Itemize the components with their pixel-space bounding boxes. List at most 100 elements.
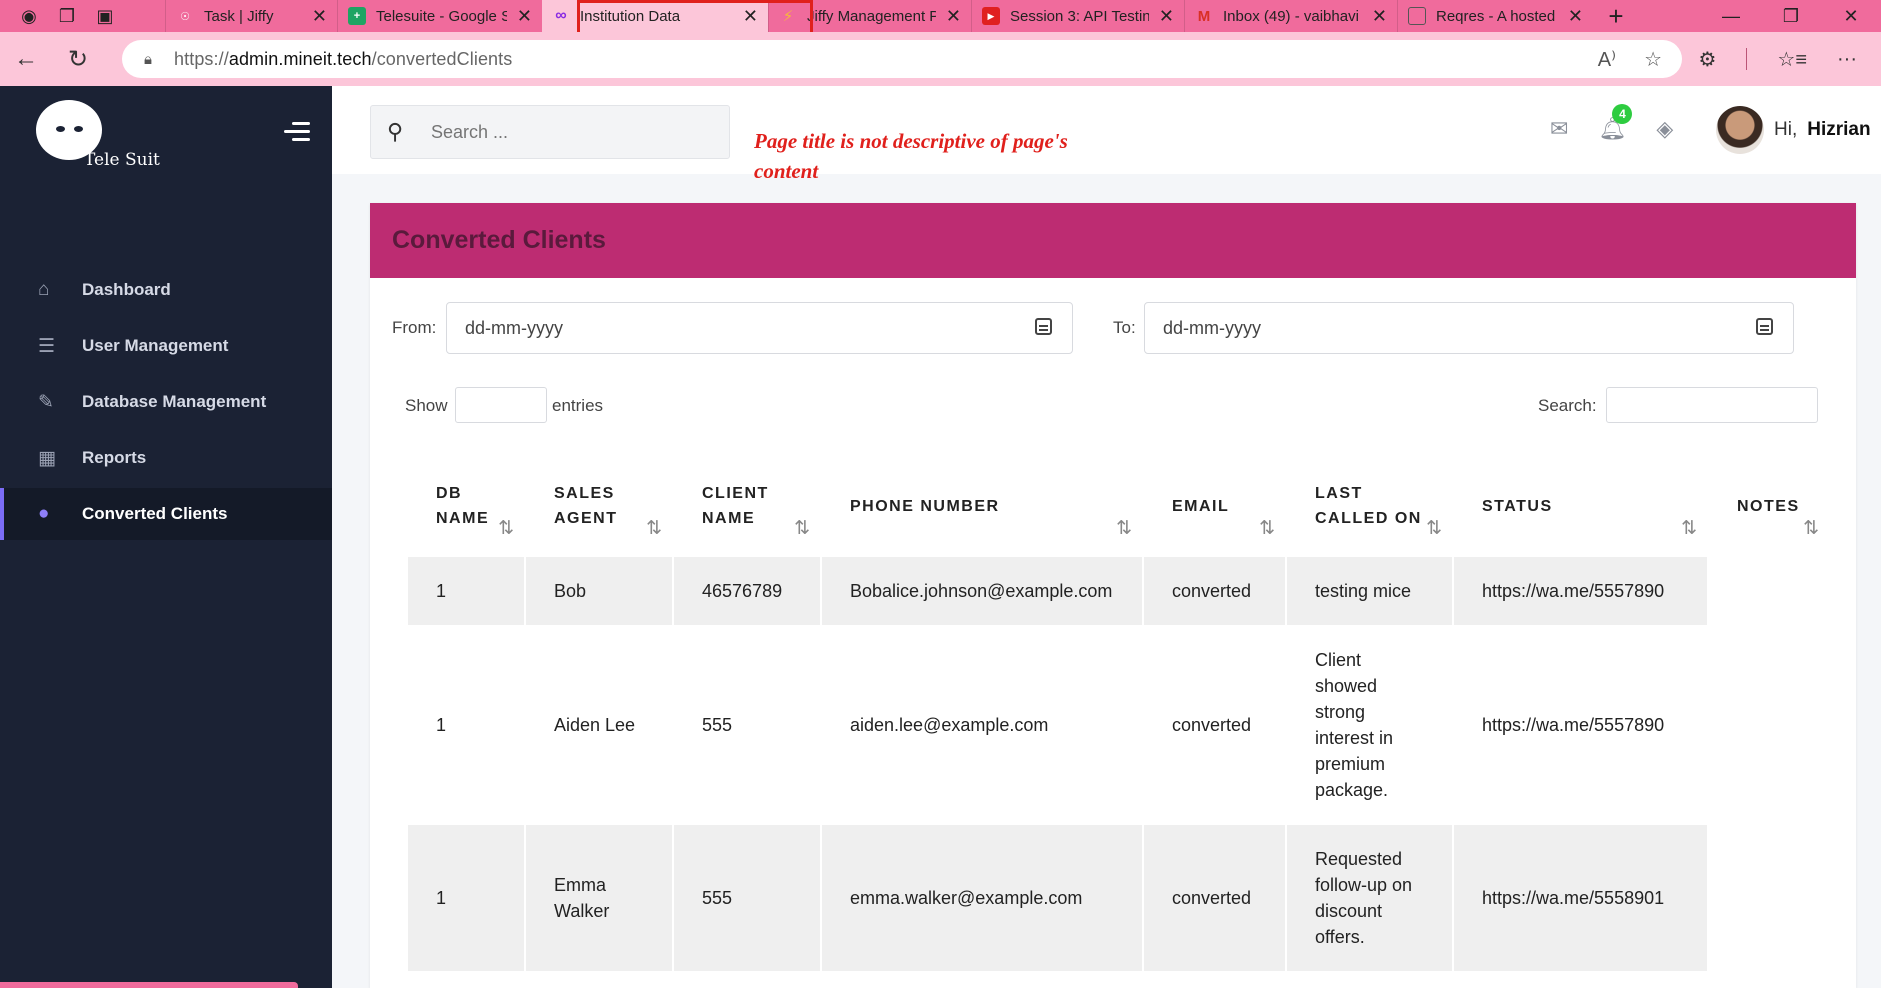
table-row[interactable]: 1 Aiden Lee 555 aiden.lee@example.com co…: [408, 625, 1829, 825]
table-cell: Bob: [526, 557, 672, 625]
logo[interactable]: Tele Suit: [34, 96, 194, 172]
from-date-input[interactable]: dd-mm-yyyy: [446, 302, 1073, 354]
sidebar-item-reports[interactable]: ▦ Reports: [0, 432, 332, 484]
sheets-icon: +: [348, 7, 366, 25]
toolbar-divider: [1746, 48, 1748, 70]
sort-icon[interactable]: ⇅: [1681, 516, 1697, 541]
calendar-icon[interactable]: [1035, 318, 1052, 335]
browser-tab[interactable]: Reqres - A hosted RE ✕: [1397, 0, 1593, 32]
column-header-phone-number[interactable]: PHONE NUMBER ⇅: [822, 455, 1142, 557]
sort-icon[interactable]: ⇅: [646, 516, 662, 541]
column-header-sales-agent[interactable]: SALES AGENT ⇅: [526, 455, 672, 557]
to-date-input[interactable]: dd-mm-yyyy: [1144, 302, 1794, 354]
table-cell: converted: [1144, 825, 1285, 971]
new-tab-button[interactable]: +: [1593, 0, 1639, 32]
table-search-label: Search:: [1538, 396, 1597, 415]
entries-label: entries: [552, 396, 604, 415]
sidebar-item-user-management[interactable]: ☰ User Management: [0, 320, 332, 372]
browser-tab[interactable]: ▶ Session 3: API Testin ✕: [971, 0, 1184, 32]
sidebar-item-converted-clients[interactable]: ● Converted Clients: [0, 488, 332, 540]
greeting-text: Hi,: [1774, 119, 1798, 140]
list-icon: ☰: [38, 335, 56, 357]
favorites-icon[interactable]: ☆≡: [1777, 47, 1807, 72]
table-row[interactable]: 1 Emma Walker 555 emma.walker@example.co…: [408, 825, 1829, 971]
layers-icon[interactable]: ◈: [1656, 116, 1673, 142]
sort-icon[interactable]: ⇅: [794, 516, 810, 541]
avatar[interactable]: [1716, 106, 1764, 154]
tab-actions-icon[interactable]: ▣: [88, 3, 122, 29]
tab-title: Telesuite - Google Sh: [376, 7, 507, 25]
refresh-icon[interactable]: ↻: [52, 45, 104, 74]
extensions-icon[interactable]: ⚙: [1698, 47, 1716, 72]
back-arrow-icon[interactable]: ←: [0, 45, 52, 73]
table-cell: 1: [436, 715, 447, 735]
sort-icon[interactable]: ⇅: [1803, 516, 1819, 541]
table-cell-empty: [1709, 825, 1829, 971]
search-input[interactable]: [431, 121, 711, 143]
from-date-value: dd-mm-yyyy: [465, 317, 563, 338]
column-header-client-name[interactable]: CLIENT NAME ⇅: [674, 455, 820, 557]
table-cell: Bobalice.johnson@example.com: [822, 557, 1142, 625]
calendar-icon[interactable]: [1756, 318, 1773, 335]
finger-print-icon: ☉: [176, 7, 194, 25]
clients-table: DB NAME ⇅ SALES AGENT ⇅ CLIENT NAME ⇅ PHONE…: [406, 455, 1831, 971]
bell-icon[interactable]: 🔔︎ 4: [1598, 104, 1633, 142]
table-cell: emma.walker@example.com: [822, 825, 1142, 971]
user-menu[interactable]: Hi, Hizrian: [1716, 106, 1871, 154]
sort-icon[interactable]: ⇅: [1259, 516, 1275, 541]
sidebar-item-dashboard[interactable]: ⌂ Dashboard: [0, 264, 332, 316]
home-icon: ⌂: [38, 279, 50, 300]
sidebar-item-database-management[interactable]: ✎ Database Management: [0, 376, 332, 428]
tab-title: Inbox (49) - vaibhavi: [1223, 7, 1359, 25]
close-tab-icon[interactable]: ✕: [946, 6, 961, 27]
profile-icon[interactable]: ◉: [12, 3, 46, 29]
window-controls: — ❐ ✕: [1701, 0, 1881, 32]
sort-icon[interactable]: ⇅: [1426, 516, 1442, 541]
browser-app-icons: ◉ ❐ ▣: [0, 0, 165, 32]
mail-icon[interactable]: ✉: [1550, 116, 1568, 142]
browser-tab[interactable]: M Inbox (49) - vaibhavi ✕: [1184, 0, 1397, 32]
url-field[interactable]: 🔒︎ https://admin.mineit.tech/convertedCl…: [122, 40, 1682, 78]
close-tab-icon[interactable]: ✕: [312, 6, 327, 27]
hamburger-menu-icon[interactable]: [284, 122, 310, 146]
more-menu-icon[interactable]: ···: [1837, 48, 1857, 71]
close-window-icon[interactable]: ✕: [1821, 6, 1881, 27]
header-icons: ✉ 🔔︎ 4 ◈: [1550, 104, 1673, 142]
column-header-status[interactable]: STATUS ⇅: [1454, 455, 1707, 557]
table-search-input[interactable]: [1606, 387, 1818, 423]
read-aloud-icon[interactable]: A⁾: [1598, 47, 1616, 72]
close-tab-icon[interactable]: ✕: [1159, 6, 1174, 27]
browser-tab[interactable]: + Telesuite - Google Sh ✕: [337, 0, 542, 32]
close-tab-icon[interactable]: ✕: [517, 6, 532, 27]
browser-tab[interactable]: ⚡ Jiffy Management Pa ✕: [768, 0, 971, 32]
sort-icon[interactable]: ⇅: [498, 516, 514, 541]
browser-tab[interactable]: ☉ Task | Jiffy ✕: [165, 0, 337, 32]
table-cell: https://wa.me/5557890: [1454, 557, 1707, 625]
restore-icon[interactable]: ❐: [1761, 6, 1821, 27]
column-header-notes[interactable]: NOTES ⇅: [1709, 455, 1829, 557]
map-pin-icon: ●: [38, 503, 50, 524]
tab-title: Session 3: API Testin: [1010, 7, 1149, 25]
sort-icon[interactable]: ⇅: [1116, 516, 1132, 541]
close-tab-icon[interactable]: ✕: [1372, 6, 1387, 27]
column-header-db-name[interactable]: DB NAME ⇅: [408, 455, 524, 557]
table-cell: Requested follow-up on discount offers.: [1287, 825, 1452, 971]
annotation-note: Page title is not descriptive of page's …: [754, 129, 1068, 183]
column-header-email[interactable]: EMAIL ⇅: [1144, 455, 1285, 557]
url-actions: A⁾ ☆: [1598, 47, 1682, 72]
to-label: To:: [1113, 318, 1136, 337]
collections-icon[interactable]: ❐: [50, 3, 84, 29]
minimize-icon[interactable]: —: [1701, 6, 1761, 27]
favorite-star-icon[interactable]: ☆: [1644, 47, 1662, 72]
close-tab-icon[interactable]: ✕: [743, 6, 758, 27]
table-cell: 555: [702, 715, 733, 735]
table-cell: converted: [1144, 557, 1285, 625]
global-search[interactable]: ⚲: [370, 105, 730, 159]
table-row[interactable]: 1 Bob 46576789 Bobalice.johnson@example.…: [408, 557, 1829, 625]
browser-tab-active[interactable]: ∞ Institution Data ✕: [542, 0, 768, 32]
column-header-last-called-on[interactable]: LAST CALLED ON ⇅: [1287, 455, 1452, 557]
table-cell: converted: [1172, 715, 1252, 735]
entries-count-select[interactable]: [455, 387, 547, 423]
lock-icon[interactable]: 🔒︎: [144, 51, 174, 68]
close-tab-icon[interactable]: ✕: [1568, 6, 1583, 27]
